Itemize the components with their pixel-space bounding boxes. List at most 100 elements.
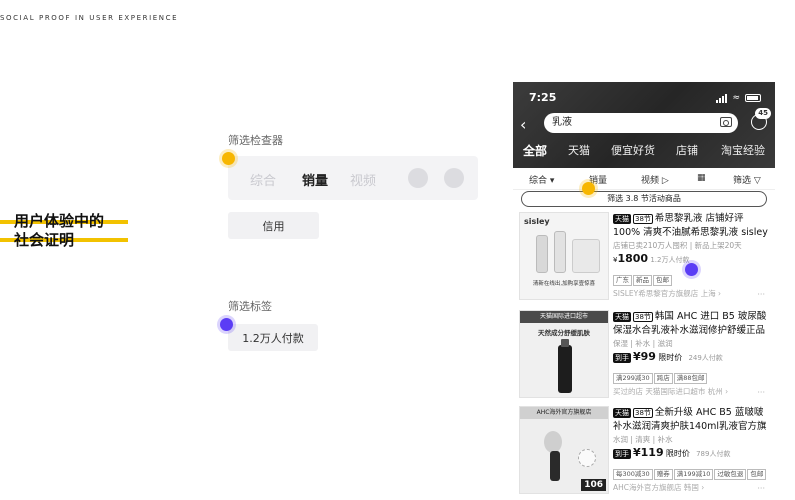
filter-tab-sales[interactable]: 销量 — [302, 170, 328, 189]
battery-icon — [745, 94, 761, 102]
price-line: 到手 ¥99 限时价 249人付款 — [613, 350, 769, 365]
coupon-tag: 新品 — [633, 275, 652, 286]
bottle-shape — [536, 235, 548, 273]
store-link[interactable]: SISLEY希思黎官方旗舰店 上海 › — [613, 288, 769, 300]
final-price-label: 到手 — [613, 449, 631, 459]
product-info: 天猫38节希思黎乳液 店铺好评 100% 清爽不油腻希思黎乳液 sisley 限… — [613, 212, 769, 300]
highlight-dot-purple — [220, 318, 233, 331]
price-line: 到手 ¥119 限时价 789人付款 — [613, 446, 769, 461]
search-input[interactable]: 乳液 — [544, 113, 738, 133]
coupon-tag: 过敏包退 — [714, 469, 747, 480]
coupon-tag: 满88包邮 — [673, 373, 708, 384]
product-image-caption: 清新在线出,加购享壹惊喜 — [532, 281, 596, 287]
more-options-icon[interactable]: ··· — [757, 290, 765, 299]
header-caption: SOCIAL PROOF IN USER EXPERIENCE — [0, 14, 179, 22]
coupon-tag: 广东 — [613, 275, 632, 286]
back-icon[interactable]: ‹ — [520, 115, 526, 134]
filter-tab-overall[interactable]: 综合 — [250, 170, 276, 189]
product-info: 天猫38节韩国 AHC 进口 B5 玻尿酸保湿水合乳液补水滋润修护舒缓正品男 保… — [613, 310, 769, 398]
bottle-shape — [572, 239, 600, 273]
tmall-tag: 天猫 — [613, 214, 631, 224]
credit-chip[interactable]: 信用 — [228, 212, 319, 239]
product-price: ¥119 — [633, 446, 664, 459]
product-sales: 789人付款 — [696, 450, 731, 458]
tab-cheap-goods[interactable]: 便宜好货 — [611, 142, 655, 158]
sun-shape — [578, 449, 596, 467]
category-tabs: 全部 天猫 便宜好货 店铺 淘宝经验 — [513, 142, 775, 164]
store-link[interactable]: AHC海外官方旗舰店 韩国 › — [613, 482, 769, 494]
bottle-shape — [554, 231, 566, 273]
filter-bar-preview: 综合 销量 视频 — [228, 156, 478, 200]
festival-tag: 38节 — [633, 214, 653, 224]
sort-filter[interactable]: 筛选 ▽ — [733, 173, 761, 186]
promo-filter-button[interactable]: 筛选 3.8 节活动商品 — [521, 191, 767, 207]
tab-stores[interactable]: 店铺 — [676, 142, 698, 158]
wifi-icon: ≈ — [732, 93, 740, 103]
product-title: 天猫38节韩国 AHC 进口 B5 玻尿酸保湿水合乳液补水滋润修护舒缓正品男 — [613, 311, 767, 336]
tag-section-label: 筛选标签 — [228, 300, 272, 313]
payers-chip[interactable]: 1.2万人付款 — [228, 324, 318, 351]
sort-overall[interactable]: 综合 ▾ — [529, 173, 554, 186]
highlight-dot-yellow — [222, 152, 235, 165]
coupon-row: 每300减30 赠券 满199减10 过敏包退 包邮 — [613, 461, 769, 480]
price-type: 限时价 — [665, 449, 690, 458]
product-image: 天猫国际进口超市 天然成分舒缓肌肤 — [519, 310, 609, 398]
product-title: 天猫38节全新升级 AHC B5 蓝啵啵补水滋润清爽护肤140ml乳液官方旗舰 — [613, 407, 767, 432]
product-image-caption: 天然成分舒缓肌肤 — [538, 329, 590, 337]
status-time: 7:25 — [529, 91, 557, 104]
sort-video[interactable]: 视频 ▷ — [641, 173, 669, 186]
coupon-row: 满299减30 跨店 满88包邮 — [613, 365, 769, 384]
coupon-tag: 跨店 — [653, 373, 673, 384]
product-price: ¥99 — [633, 350, 656, 363]
product-card[interactable]: sisley 清新在线出,加购享壹惊喜 天猫 38节 希思黎乳液 店铺好评 100%… — [513, 212, 775, 306]
coupon-tag: 满299减30 — [613, 373, 653, 384]
search-value: 乳液 — [552, 117, 572, 128]
tmall-tag: 天猫 — [613, 312, 631, 322]
product-meta: 店铺已卖210万人囤积 | 新品上架20天 — [613, 241, 742, 250]
product-card[interactable]: 天猫国际进口超市 天然成分舒缓肌肤 天猫 38节 韩国 AHC 进口 B5 玻尿酸保… — [513, 310, 775, 404]
tab-experience[interactable]: 淘宝经验 — [721, 142, 765, 158]
bottle-shape — [558, 345, 572, 393]
highlight-dot-yellow — [582, 182, 595, 195]
highlight-dot-purple — [685, 263, 698, 276]
product-meta: 水润 | 清爽 | 补水 — [613, 435, 673, 444]
product-image-price: 106 — [581, 479, 606, 491]
message-badge: 45 — [755, 108, 771, 119]
filter-section-label: 筛选检查器 — [228, 134, 283, 147]
tab-all[interactable]: 全部 — [523, 142, 547, 159]
title-line-1: 用户体验中的 — [14, 212, 105, 230]
product-image-banner: 天猫国际进口超市 — [520, 311, 608, 323]
final-price-label: 到手 — [613, 353, 631, 363]
product-image: sisley 清新在线出,加购享壹惊喜 — [519, 212, 609, 300]
camera-icon[interactable] — [720, 117, 732, 127]
store-link[interactable]: 买过的店 天猫国际进口超市 杭州 › — [613, 386, 769, 398]
leaf-shape — [544, 431, 562, 453]
product-sales: 249人付款 — [688, 354, 723, 362]
product-card[interactable]: AHC海外官方旗舰店 106 天猫 38节 全新升级 AHC B5 蓝啵啵补水滋润清… — [513, 406, 775, 500]
tab-tmall[interactable]: 天猫 — [568, 142, 590, 158]
more-options-icon[interactable]: ··· — [757, 484, 765, 493]
signal-icon — [716, 93, 728, 103]
coupon-tag: 包邮 — [653, 275, 672, 286]
coupon-tag: 每300减30 — [613, 469, 653, 480]
tmall-tag: 天猫 — [613, 408, 631, 418]
title-line-2: 社会证明 — [14, 231, 75, 249]
bottle-cap-shape — [561, 339, 569, 347]
product-image-banner: AHC海外官方旗舰店 — [520, 407, 608, 419]
filter-tab-video[interactable]: 视频 — [350, 170, 376, 189]
grid-view-icon[interactable]: ▦ — [697, 173, 706, 183]
product-image: AHC海外官方旗舰店 106 — [519, 406, 609, 494]
page-title: 用户体验中的 社会证明 — [0, 212, 128, 250]
filter-placeholder-circle — [408, 168, 428, 188]
more-options-icon[interactable]: ··· — [757, 388, 765, 397]
bottle-shape — [550, 451, 560, 481]
sort-bar: 综合 ▾ 销量 视频 ▷ ▦ 筛选 ▽ — [513, 168, 775, 190]
filter-placeholder-circle — [444, 168, 464, 188]
coupon-tag: 满199减10 — [673, 469, 714, 480]
phone-screen: 7:25 ≈ ‹ 乳液 45 全部 天猫 便宜好货 店铺 淘宝经验 综合 ▾ 销… — [513, 82, 775, 500]
price-type: 限时价 — [658, 353, 683, 362]
status-icons: ≈ — [716, 93, 761, 103]
coupon-tag: 包邮 — [747, 469, 767, 480]
phone-header: 7:25 ≈ ‹ 乳液 45 全部 天猫 便宜好货 店铺 淘宝经验 — [513, 82, 775, 168]
product-meta: 保湿 | 补水 | 滋润 — [613, 339, 673, 348]
